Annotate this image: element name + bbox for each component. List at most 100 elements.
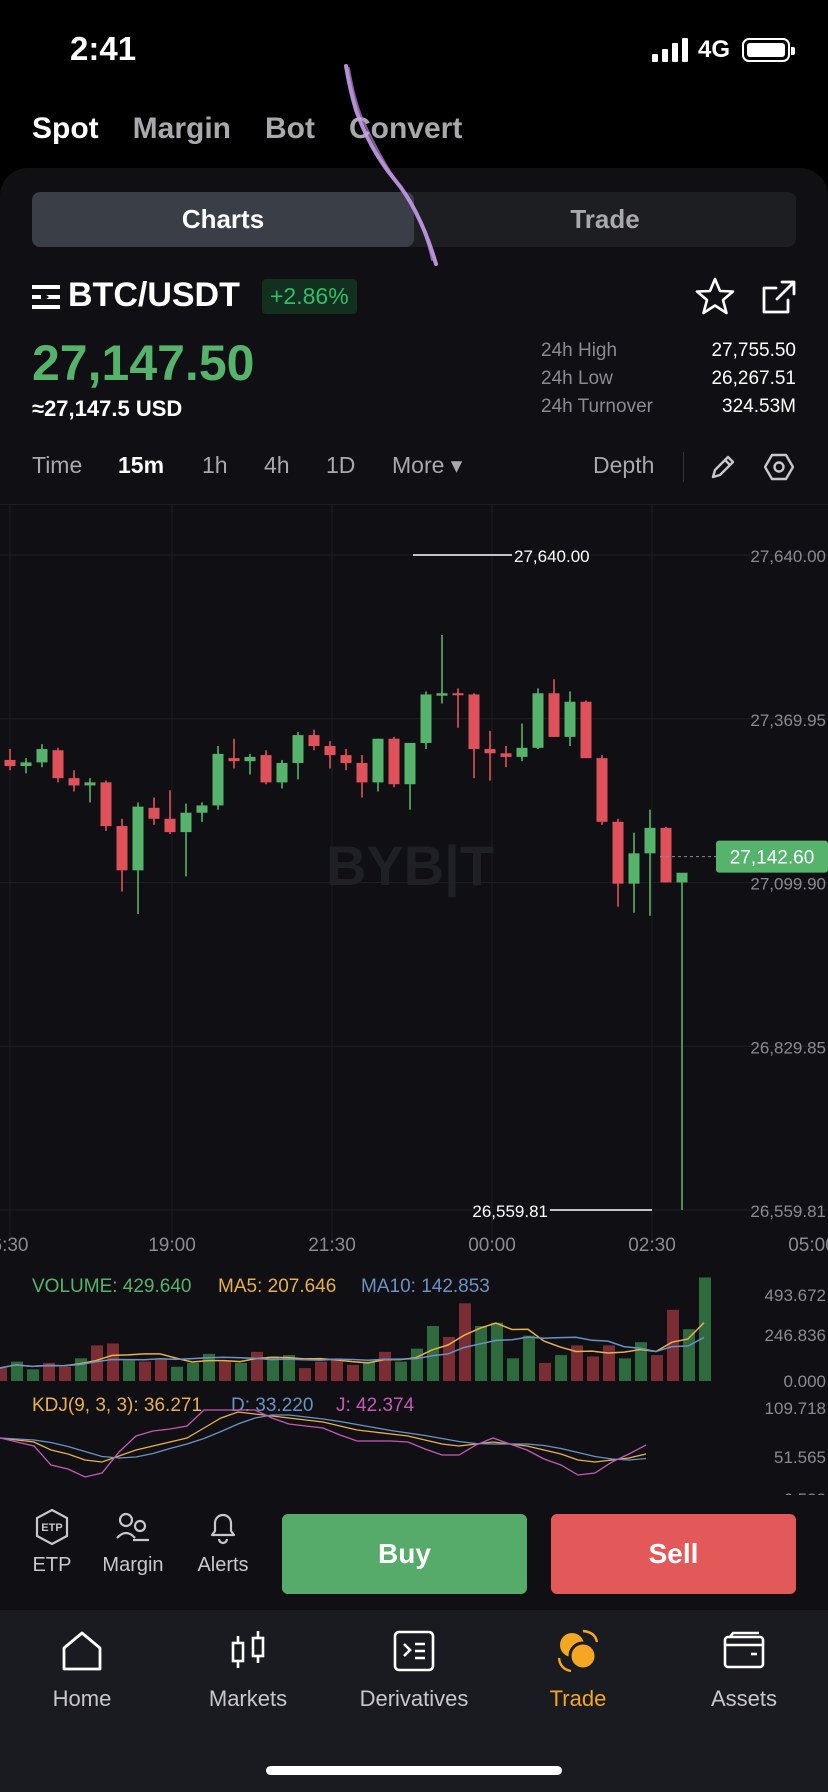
nav-home[interactable]: Home bbox=[12, 1628, 152, 1712]
tab-margin[interactable]: Margin bbox=[133, 112, 231, 146]
volume-bar bbox=[411, 1348, 423, 1381]
kdj-panel: KDJ(9, 3, 3): 36.271 D: 33.220 J: 42.374 10… bbox=[0, 1395, 826, 1495]
pair-symbol[interactable]: BTC/USDT bbox=[68, 276, 240, 315]
candle-body bbox=[452, 693, 464, 696]
derivatives-icon bbox=[393, 1630, 435, 1672]
time-axis-label: 19:00 bbox=[148, 1235, 196, 1256]
candle-body bbox=[260, 755, 272, 783]
candle-body bbox=[660, 827, 672, 883]
tab-bot[interactable]: Bot bbox=[265, 112, 315, 146]
candle-body bbox=[676, 872, 688, 883]
nav-label-markets: Markets bbox=[208, 1686, 288, 1711]
volume-bar bbox=[139, 1361, 151, 1381]
volume-bar bbox=[555, 1355, 567, 1381]
volume-bar bbox=[379, 1351, 391, 1381]
alerts-button[interactable]: Alerts bbox=[183, 1508, 263, 1577]
kdj-axis-label: 109.718 bbox=[765, 1399, 826, 1418]
tab-spot[interactable]: Spot bbox=[32, 112, 99, 146]
candle-body bbox=[196, 805, 208, 813]
volume-bar bbox=[251, 1351, 263, 1381]
interval-1d[interactable]: 1D bbox=[326, 452, 355, 479]
trade-icon bbox=[557, 1629, 599, 1673]
candle-body bbox=[596, 758, 608, 822]
candle-body bbox=[36, 749, 48, 763]
candle-body bbox=[4, 759, 16, 767]
time-axis-label: 05:00 bbox=[788, 1235, 828, 1256]
price-axis-label: 27,369.95 bbox=[750, 711, 826, 730]
volume-label: VOLUME: 429.640 bbox=[32, 1276, 191, 1297]
interval-4h[interactable]: 4h bbox=[264, 452, 290, 479]
sell-button[interactable]: Sell bbox=[551, 1514, 796, 1594]
buy-button[interactable]: Buy bbox=[282, 1514, 527, 1594]
volume-bar bbox=[107, 1343, 119, 1381]
depth-button[interactable]: Depth bbox=[593, 452, 654, 479]
volume-bar bbox=[155, 1358, 167, 1381]
chart-settings-icon[interactable] bbox=[764, 452, 794, 482]
volume-bar bbox=[27, 1369, 39, 1381]
status-bar: 2:41 4G bbox=[0, 0, 828, 100]
kdj-j-label: J: 42.374 bbox=[336, 1395, 415, 1416]
high-marker-label: 27,640.00 bbox=[514, 547, 590, 566]
interval-1h[interactable]: 1h bbox=[202, 452, 228, 479]
etp-button[interactable]: ETP ETP bbox=[12, 1508, 92, 1577]
candle-body bbox=[228, 758, 240, 762]
interval-time[interactable]: Time bbox=[32, 452, 82, 479]
volume-bar bbox=[75, 1358, 87, 1381]
home-indicator bbox=[266, 1766, 562, 1775]
candle-body bbox=[404, 742, 416, 785]
price-chart[interactable]: BYB|T 27,640.00 27,369.95 27,099.90 26,829.… bbox=[0, 505, 828, 1495]
volume-axis-label: 493.672 bbox=[765, 1286, 826, 1305]
volume-bar bbox=[491, 1322, 503, 1381]
price-axis: 27,640.00 27,369.95 27,099.90 26,829.85 26,5… bbox=[750, 547, 826, 1221]
divider bbox=[683, 452, 684, 482]
volume-ma5-label: MA5: 207.646 bbox=[218, 1276, 336, 1297]
candle-body bbox=[52, 750, 64, 779]
nav-label-trade: Trade bbox=[549, 1686, 607, 1711]
candle-body bbox=[548, 693, 560, 737]
pair-list-menu-icon[interactable] bbox=[32, 284, 60, 310]
volume-bar bbox=[187, 1362, 199, 1381]
price-axis-label: 26,829.85 bbox=[750, 1038, 826, 1057]
markets-icon bbox=[231, 1631, 265, 1668]
favorite-star-icon[interactable] bbox=[695, 276, 735, 316]
bybit-watermark: BYB|T bbox=[326, 834, 494, 898]
candle-body bbox=[436, 693, 448, 696]
share-icon[interactable] bbox=[760, 278, 798, 316]
nav-derivatives[interactable]: Derivatives bbox=[344, 1628, 484, 1712]
volume-bar bbox=[123, 1360, 135, 1381]
nav-markets[interactable]: Markets bbox=[178, 1628, 318, 1712]
kdj-axis-label: -6.588 bbox=[778, 1490, 826, 1495]
bell-icon bbox=[210, 1513, 236, 1545]
volume-bar bbox=[91, 1345, 103, 1381]
tab-convert[interactable]: Convert bbox=[349, 112, 462, 146]
candle-body bbox=[500, 753, 512, 757]
candle-body bbox=[164, 818, 176, 833]
candle-body bbox=[276, 762, 288, 783]
volume-panel: VOLUME: 429.640 MA5: 207.646 MA10: 142.853… bbox=[0, 1276, 826, 1391]
volume-ma10-label: MA10: 142.853 bbox=[361, 1276, 490, 1297]
stat-label-high: 24h High bbox=[541, 340, 618, 361]
interval-more-dropdown[interactable]: More ▾ bbox=[392, 452, 462, 479]
volume-bar bbox=[459, 1303, 471, 1381]
interval-15m[interactable]: 15m bbox=[118, 452, 164, 479]
kdj-axis-label: 51.565 bbox=[774, 1448, 826, 1467]
volume-bar bbox=[235, 1362, 247, 1381]
volume-bar bbox=[699, 1277, 711, 1381]
nav-assets[interactable]: Assets bbox=[674, 1628, 814, 1712]
candle-body bbox=[356, 762, 368, 783]
battery-icon bbox=[742, 38, 795, 62]
margin-button[interactable]: Margin bbox=[93, 1508, 173, 1577]
candle-body bbox=[324, 746, 336, 756]
charts-segment-button[interactable]: Charts bbox=[32, 192, 414, 247]
price-change-badge: +2.86% bbox=[262, 279, 357, 314]
candle-body bbox=[532, 693, 544, 748]
candle-body bbox=[340, 755, 352, 763]
nav-trade[interactable]: Trade bbox=[508, 1628, 648, 1712]
trade-segment-button[interactable]: Trade bbox=[414, 192, 796, 247]
candle-body bbox=[484, 749, 496, 754]
candle-body bbox=[180, 812, 192, 833]
pencil-icon[interactable] bbox=[708, 452, 738, 482]
volume-bar bbox=[651, 1355, 663, 1381]
volume-bar bbox=[171, 1366, 183, 1381]
stat-label-turnover: 24h Turnover bbox=[541, 396, 653, 417]
